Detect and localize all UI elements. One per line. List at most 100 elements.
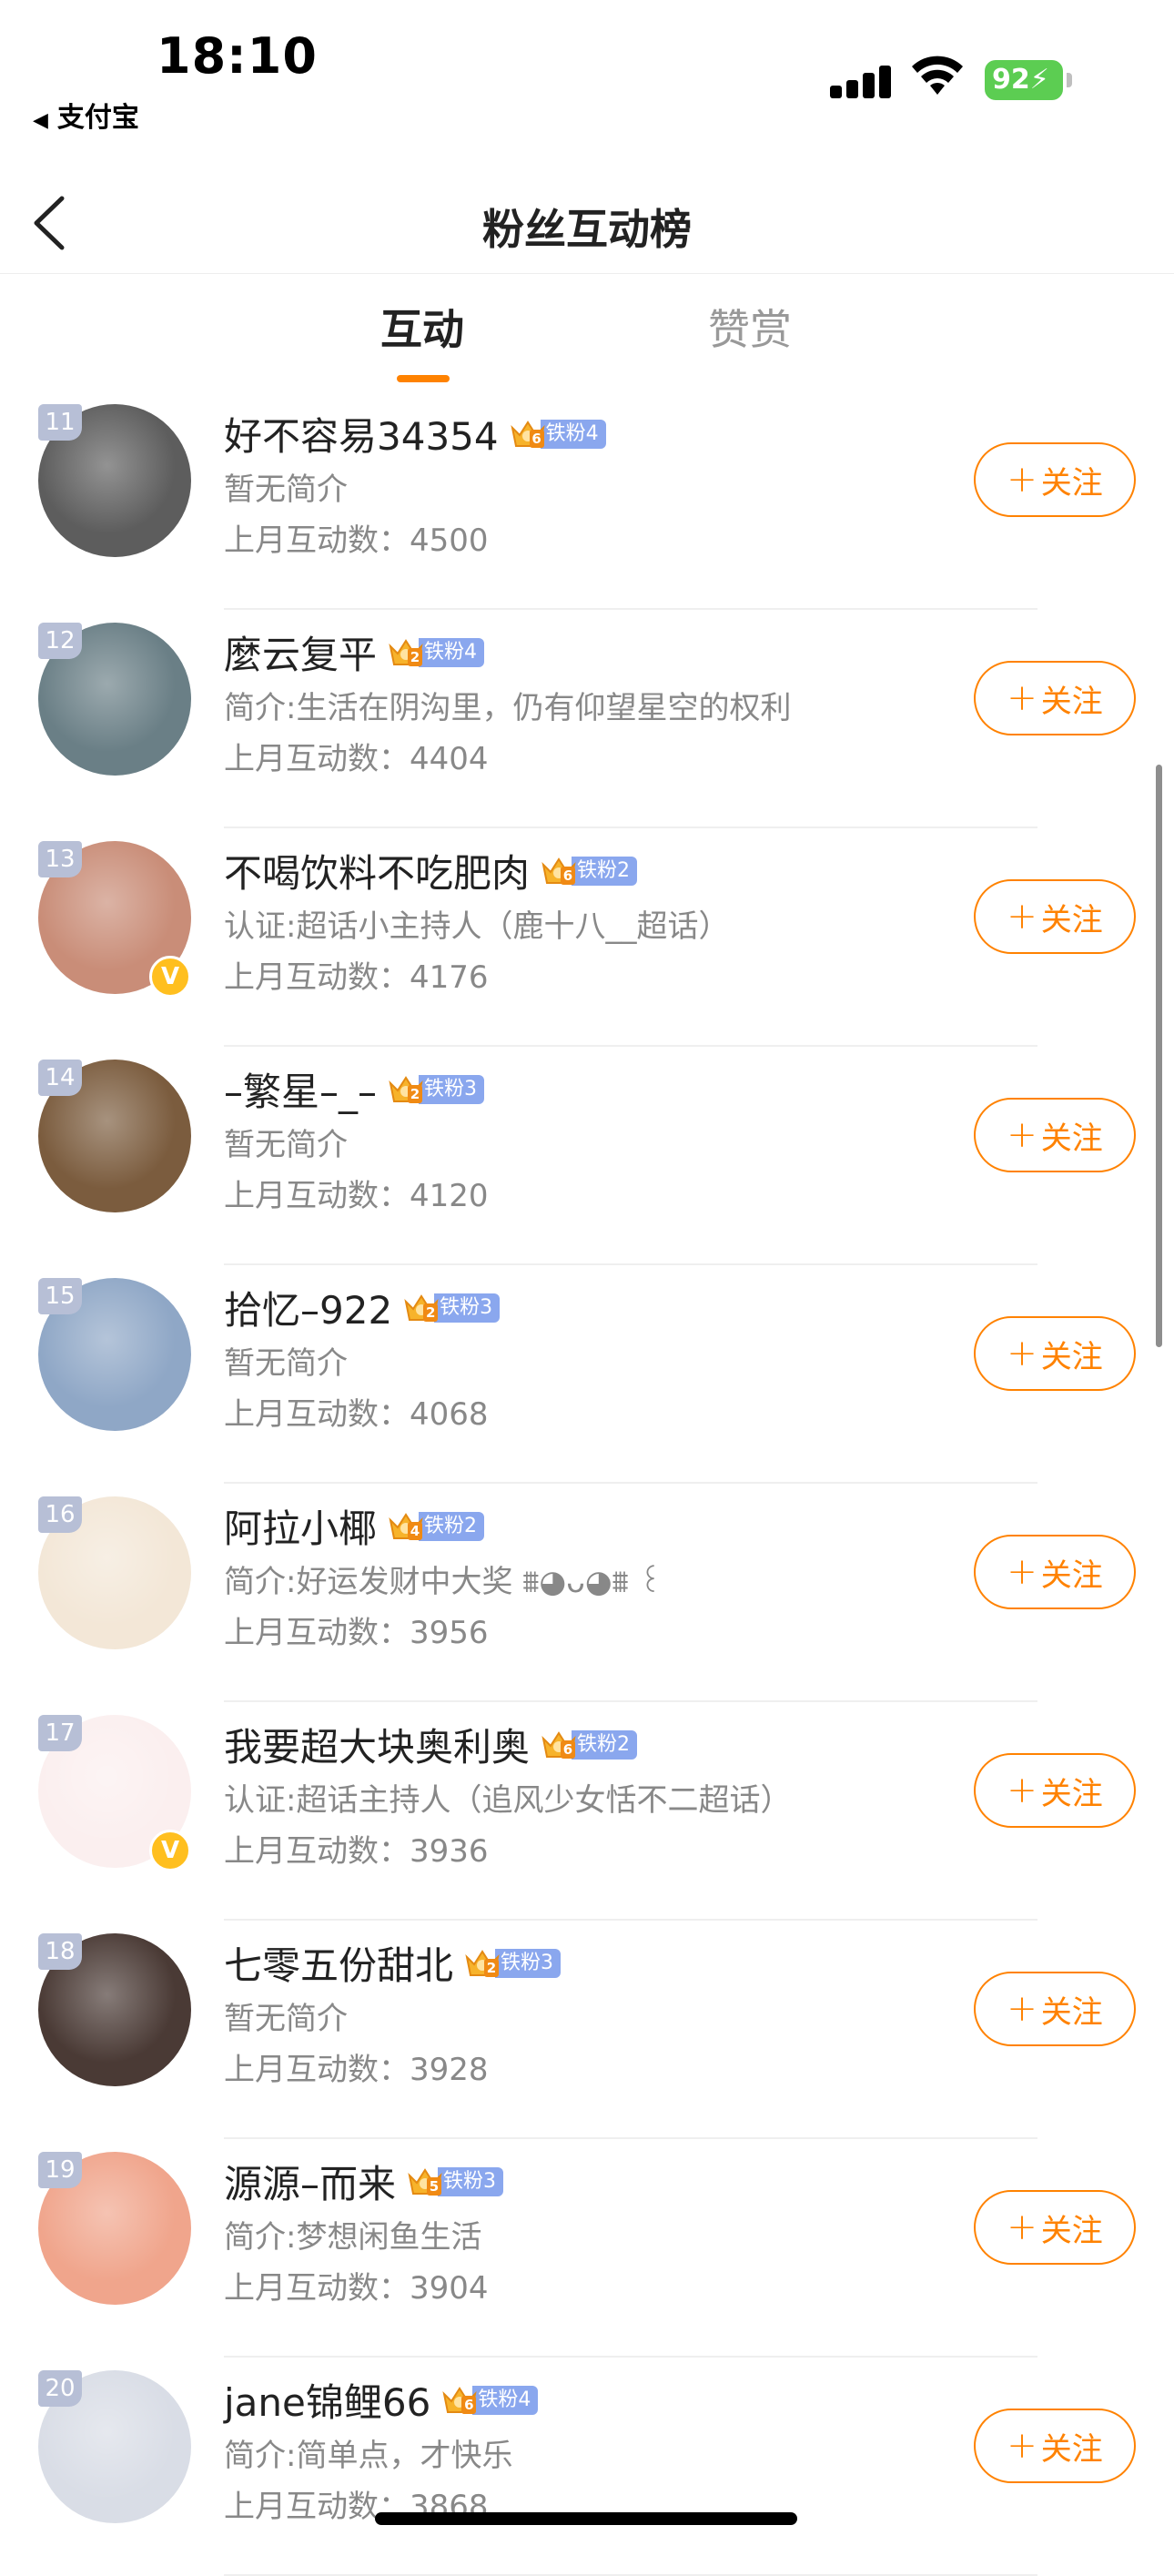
crown-level: 5 [427,2176,442,2196]
nav-bar: 粉丝互动榜 [0,173,1174,274]
name-line: 源源–而来 5 铁粉3 [224,2154,504,2209]
back-triangle-icon: ◀ [33,109,48,132]
rank-badge: 20 [38,2370,82,2407]
fan-list-item[interactable]: 14 –繁星–_– 2 铁粉3 暂无简介 上月互动数：4120 + 关注 [0,1047,1174,1265]
user-name[interactable]: 好不容易34354 [224,406,499,461]
crown-level: 2 [484,1958,500,1977]
fan-list-item[interactable]: 11 好不容易34354 6 铁粉4 暂无简介 上月互动数：4500 + 关注 [0,391,1174,610]
scrollbar[interactable] [1156,765,1162,1347]
verified-badge-icon: V [149,1830,191,1871]
crown-icon: 6 [541,854,577,888]
fan-level-badge: 6 铁粉2 [541,1729,638,1761]
fan-level-badge: 6 铁粉4 [441,2383,539,2418]
monthly-interaction-count: 上月互动数：4176 [224,959,489,996]
rank-badge: 12 [38,623,82,659]
user-bio: 简介:生活在阴沟里，仍有仰望星空的权利 [224,690,792,726]
monthly-interaction-count: 上月互动数：3904 [224,2270,489,2307]
status-bar: 18:10 ◀ 支付宝 92⚡ [0,0,1174,137]
fan-level-label: 铁粉2 [572,856,638,886]
name-line: jane锦鲤66 6 铁粉4 [224,2372,539,2428]
fan-list-item[interactable]: 18 七零五份甜北 2 铁粉3 暂无简介 上月互动数：3928 + 关注 [0,1921,1174,2139]
user-bio: 暂无简介 [224,472,348,508]
user-name[interactable]: 拾忆–922 [224,1280,392,1335]
tab-interaction[interactable]: 互动 [380,297,464,357]
fan-list-item[interactable]: 19 源源–而来 5 铁粉3 简介:梦想闲鱼生活 上月互动数：3904 + 关注 [0,2139,1174,2358]
back-to-app-link[interactable]: ◀ 支付宝 [33,95,139,135]
fan-level-badge: 6 铁粉2 [541,854,638,888]
active-tab-indicator [397,375,450,382]
crown-icon: 6 [441,2383,478,2418]
page-title: 粉丝互动榜 [482,205,692,254]
user-bio: 简介:梦想闲鱼生活 [224,2219,482,2256]
fan-list-item[interactable]: 13 V 不喝饮料不吃肥肉 6 铁粉2 认证:超话小主持人（鹿十八__超话） 上月互动数：4… [0,828,1174,1047]
crown-level: 2 [423,1303,439,1322]
wifi-icon [912,56,963,95]
user-name[interactable]: 麼云复平 [224,624,377,680]
rank-badge: 18 [38,1933,82,1970]
plus-icon: + [1007,677,1037,719]
user-bio: 简介:简单点，才快乐 [224,2438,513,2474]
user-name[interactable]: 我要超大块奥利奥 [224,1717,530,1772]
monthly-interaction-count: 上月互动数：4500 [224,522,489,559]
crown-level: 2 [408,647,423,666]
follow-label: 关注 [1040,1993,1103,2031]
follow-button[interactable]: + 关注 [974,661,1136,735]
user-name[interactable]: 阿拉小椰 [224,1498,377,1554]
user-name[interactable]: jane锦鲤66 [224,2372,430,2428]
fan-level-badge: 2 铁粉3 [403,1292,501,1324]
fan-level-badge: 2 铁粉3 [388,1072,485,1107]
follow-label: 关注 [1040,2430,1103,2468]
follow-label: 关注 [1040,1775,1103,1812]
follow-button[interactable]: + 关注 [974,1098,1136,1172]
rank-badge: 14 [38,1060,82,1096]
name-line: 七零五份甜北 2 铁粉3 [224,1935,562,1991]
crown-icon: 6 [510,417,546,451]
follow-button[interactable]: + 关注 [974,1972,1136,2046]
battery-level: 92 [992,64,1030,96]
plus-icon: + [1007,459,1037,501]
crown-level: 6 [561,866,576,885]
follow-label: 关注 [1040,1120,1103,1157]
rank-badge: 17 [38,1715,82,1751]
name-line: 好不容易34354 6 铁粉4 [224,406,606,461]
name-line: 不喝饮料不吃肥肉 6 铁粉2 [224,843,638,898]
user-bio: 认证:超话主持人（追风少女恬不二超话） [224,1782,792,1819]
follow-button[interactable]: + 关注 [974,442,1136,517]
follow-button[interactable]: + 关注 [974,879,1136,954]
crown-level: 2 [408,1084,423,1103]
fan-list-item[interactable]: 17 V 我要超大块奥利奥 6 铁粉2 认证:超话主持人（追风少女恬不二超话） 上月互动数：… [0,1702,1174,1921]
user-name[interactable]: –繁星–_– [224,1061,377,1117]
crown-icon: 2 [388,635,424,670]
user-bio: 简介:好运发财中大奖 ⩩◕ᴗ◕⩩ ꒰ [224,1564,663,1600]
user-name[interactable]: 不喝饮料不吃肥肉 [224,843,530,898]
monthly-interaction-count: 上月互动数：4120 [224,1178,489,1214]
fan-ranking-list: 11 好不容易34354 6 铁粉4 暂无简介 上月互动数：4500 + 关注 12 麼云复平 2 铁… [0,391,1174,2576]
follow-button[interactable]: + 关注 [974,2409,1136,2483]
user-name[interactable]: 源源–而来 [224,2154,396,2209]
follow-button[interactable]: + 关注 [974,1316,1136,1391]
user-name[interactable]: 七零五份甜北 [224,1935,453,1991]
fan-list-item[interactable]: 20 jane锦鲤66 6 铁粉4 简介:简单点，才快乐 上月互动数：3868 + 关注 [0,2358,1174,2576]
monthly-interaction-count: 上月互动数：4068 [224,1396,489,1433]
fan-level-label: 铁粉2 [572,1729,638,1760]
tab-appreciation[interactable]: 赞赏 [708,297,792,357]
follow-label: 关注 [1040,683,1103,720]
plus-icon: + [1007,1770,1037,1811]
plus-icon: + [1007,1988,1037,2030]
rank-badge: 16 [38,1496,82,1533]
follow-button[interactable]: + 关注 [974,1535,1136,1609]
follow-label: 关注 [1040,464,1103,502]
follow-button[interactable]: + 关注 [974,1753,1136,1828]
fan-list-item[interactable]: 15 拾忆–922 2 铁粉3 暂无简介 上月互动数：4068 + 关注 [0,1265,1174,1484]
fan-list-item[interactable]: 16 阿拉小椰 4 铁粉2 简介:好运发财中大奖 ⩩◕ᴗ◕⩩ ꒰ 上月互动数：3956 + 关… [0,1484,1174,1702]
plus-icon: + [1007,1551,1037,1593]
verified-badge-icon: V [149,956,191,998]
fan-level-label: 铁粉3 [438,2166,504,2196]
crown-icon: 2 [388,1072,424,1107]
fan-level-badge: 5 铁粉3 [407,2165,504,2198]
fan-list-item[interactable]: 12 麼云复平 2 铁粉4 简介:生活在阴沟里，仍有仰望星空的权利 上月互动数：4404 +… [0,610,1174,828]
plus-icon: + [1007,896,1037,938]
rank-badge: 19 [38,2152,82,2188]
cellular-signal-icon [830,62,897,98]
follow-button[interactable]: + 关注 [974,2190,1136,2265]
